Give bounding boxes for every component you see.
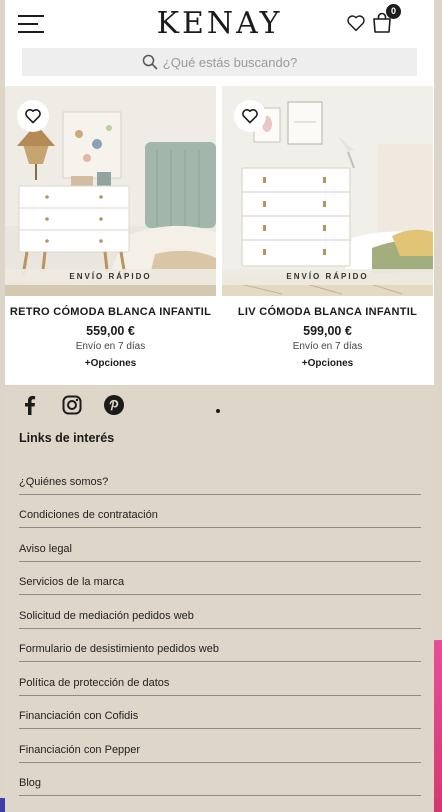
product-shipping: Envío en 7 días xyxy=(292,341,363,352)
site-footer: Links de interés ¿Quiénes somos? Condici… xyxy=(5,385,434,812)
footer-link-pepper[interactable]: Financiación con Pepper xyxy=(19,729,421,763)
footer-link-mediacion[interactable]: Solicitud de mediación pedidos web xyxy=(19,595,421,629)
heart-icon xyxy=(25,109,41,124)
footer-link-servicios[interactable]: Servicios de la marca xyxy=(19,562,421,595)
product-image[interactable]: ENVÍO RÁPIDO xyxy=(5,86,216,296)
site-logo[interactable]: KENAY xyxy=(5,6,434,41)
footer-link-proteccion-datos[interactable]: Política de protección de datos xyxy=(19,662,421,696)
footer-links-list: ¿Quiénes somos? Condiciones de contratac… xyxy=(19,461,421,796)
product-price: 559,00 € xyxy=(86,324,135,338)
footer-link-desistimiento[interactable]: Formulario de desistimiento pedidos web xyxy=(19,629,421,662)
heart-icon xyxy=(242,109,258,124)
product-card[interactable]: ENVÍO RÁPIDO RETRO CÓMODA BLANCA INFANTI… xyxy=(5,86,216,385)
footer-link-blog[interactable]: Blog xyxy=(19,763,421,796)
social-links xyxy=(19,391,145,419)
add-to-wishlist-button[interactable] xyxy=(17,100,49,132)
instagram-icon[interactable] xyxy=(61,394,83,416)
footer-link-quienes-somos[interactable]: ¿Quiénes somos? xyxy=(19,461,421,495)
footer-link-cofidis[interactable]: Financiación con Cofidis xyxy=(19,696,421,729)
fast-shipping-badge: ENVÍO RÁPIDO xyxy=(222,269,433,285)
product-image[interactable]: ENVÍO RÁPIDO xyxy=(222,86,433,296)
wishlist-heart-icon[interactable] xyxy=(346,14,366,32)
site-header: KENAY 0 ¿Qué estás buscando? xyxy=(5,0,434,86)
fast-shipping-badge: ENVÍO RÁPIDO xyxy=(5,269,216,285)
pinterest-icon[interactable] xyxy=(103,394,125,416)
product-options-link[interactable]: +Opciones xyxy=(5,358,216,369)
product-price: 599,00 € xyxy=(303,324,352,338)
add-to-wishlist-button[interactable] xyxy=(234,100,266,132)
product-name[interactable]: RETRO CÓMODA BLANCA INFANTIL xyxy=(5,306,216,318)
product-grid: ENVÍO RÁPIDO RETRO CÓMODA BLANCA INFANTI… xyxy=(5,86,434,385)
search-icon xyxy=(142,54,158,70)
links-section-title: Links de interés xyxy=(19,431,115,445)
product-info: RETRO CÓMODA BLANCA INFANTIL 559,00 € En… xyxy=(5,306,216,369)
product-info: LIV CÓMODA BLANCA INFANTIL 599,00 € Enví… xyxy=(222,306,433,369)
product-options-link[interactable]: +Opciones xyxy=(222,358,433,369)
search-input[interactable]: ¿Qué estás buscando? xyxy=(163,55,297,70)
footer-link-aviso-legal[interactable]: Aviso legal xyxy=(19,528,421,562)
product-name[interactable]: LIV CÓMODA BLANCA INFANTIL xyxy=(222,306,433,318)
decorative-dot xyxy=(216,409,220,413)
search-bar[interactable]: ¿Qué estás buscando? xyxy=(22,48,417,76)
cart-count-badge: 0 xyxy=(386,4,401,19)
product-shipping: Envío en 7 días xyxy=(75,341,146,352)
facebook-icon[interactable] xyxy=(19,394,41,416)
product-card[interactable]: ENVÍO RÁPIDO LIV CÓMODA BLANCA INFANTIL … xyxy=(222,86,433,385)
footer-link-condiciones[interactable]: Condiciones de contratación xyxy=(19,495,421,528)
